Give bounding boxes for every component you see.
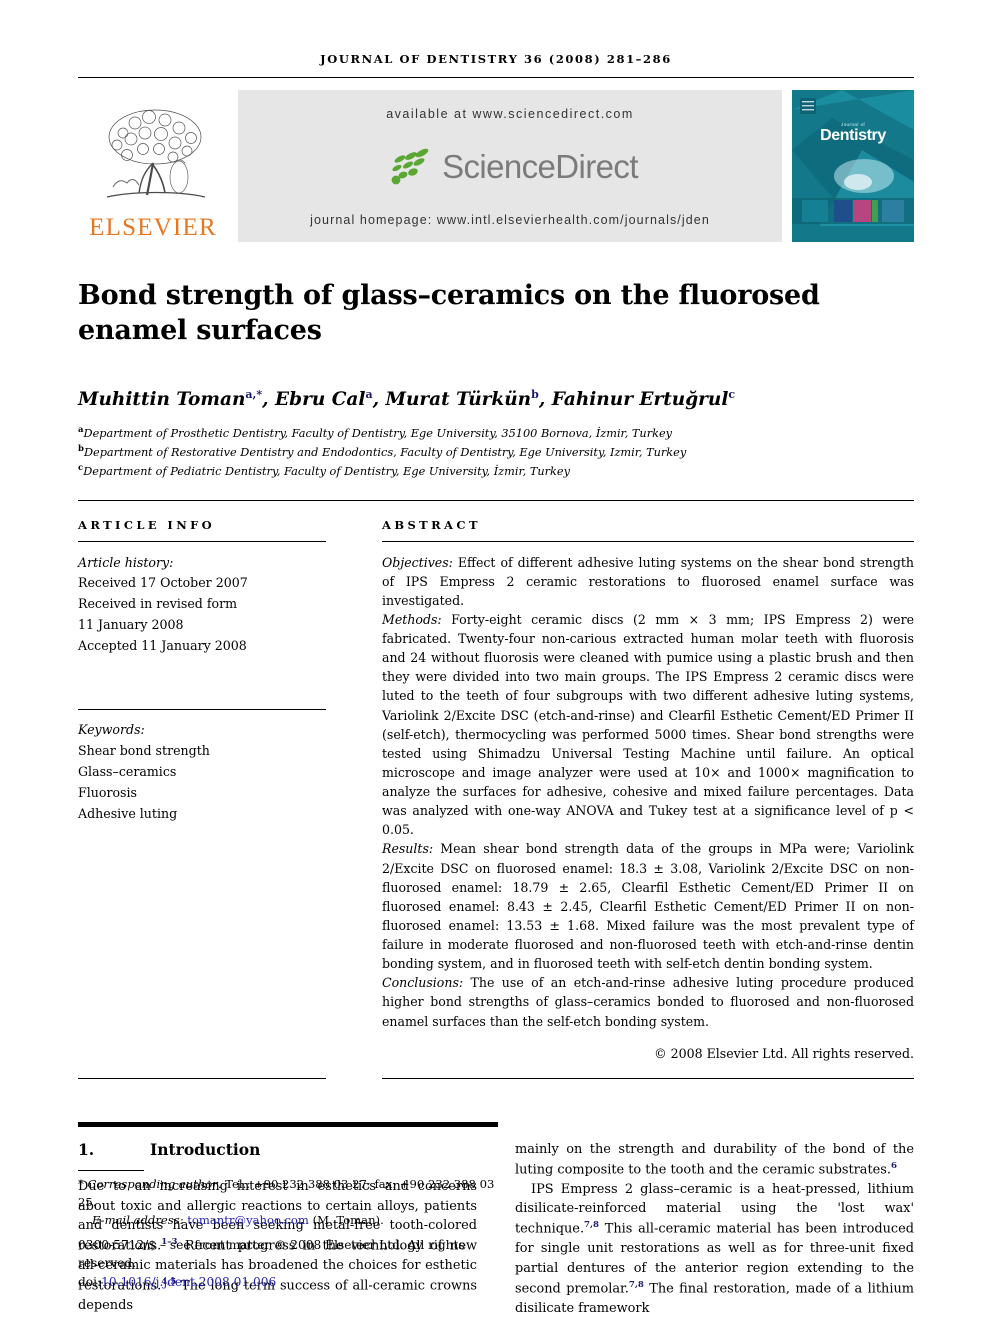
email-label: E-mail address: [92, 1212, 184, 1227]
masthead: ELSEVIER available at www.sciencedirect.… [78, 90, 914, 242]
author-affil-marker: b [531, 388, 539, 402]
sciencedirect-band: available at www.sciencedirect.com Scien… [238, 90, 782, 242]
history-item: Received 17 October 2007 [78, 575, 248, 591]
introduction-right-text: mainly on the strength and durability of… [515, 1140, 914, 1319]
elsevier-tree-icon [106, 109, 206, 198]
corresponding-marker: * [78, 1177, 84, 1192]
abstract-methods: Methods: Forty-eight ceramic discs (2 mm… [382, 611, 914, 838]
affiliation-list: aDepartment of Prosthetic Dentistry, Fac… [78, 424, 914, 481]
footnote-rule [78, 1170, 144, 1172]
elsevier-wordmark: ELSEVIER [89, 214, 217, 241]
body-column-right: mainly on the strength and durability of… [515, 1140, 914, 1319]
journal-cover-thumbnail: Journal of Dentistry [792, 90, 914, 242]
corresponding-author-note: * Corresponding author. Tel.: +90 232 38… [78, 1176, 498, 1229]
keywords-block: Keywords: Shear bond strength Glass–cera… [78, 708, 326, 824]
abstract-heading: ABSTRACT [382, 517, 481, 532]
elsevier-logo: ELSEVIER [78, 90, 228, 242]
doi-line: doi:10.1016/j.jdent.2008.01.006 [78, 1274, 277, 1289]
closing-rules [78, 1063, 914, 1079]
abstract-conclusions: Conclusions: The use of an etch-and-rins… [382, 975, 914, 1029]
info-close-rule [78, 1077, 326, 1079]
keyword-item: Fluorosis [78, 784, 138, 800]
keywords-list: Keywords: Shear bond strength Glass–cera… [78, 720, 326, 824]
author-affil-marker: a,* [245, 388, 263, 402]
article-history-label: Article history: [78, 554, 174, 570]
keyword-item: Adhesive luting [78, 805, 178, 821]
email-line: E-mail address: tomantr@yahoo.com (M. To… [78, 1212, 498, 1230]
paragraph: IPS Empress 2 glass–ceramic is a heat-pr… [515, 1181, 914, 1316]
svg-text:Dentistry: Dentistry [820, 127, 886, 144]
article-info-heading: ARTICLE INFO [78, 517, 216, 532]
section-bar [78, 1121, 498, 1127]
author: Fahinur Ertuğrulc [551, 388, 736, 411]
article-history: Article history: Received 17 October 200… [78, 553, 326, 657]
sciencedirect-logo: ScienceDirect [382, 147, 638, 187]
article-content: Bond strength of glass–ceramics on the f… [78, 278, 914, 1318]
citation-ref[interactable]: 6 [891, 1161, 897, 1171]
doi-link[interactable]: 10.1016/j.jdent.2008.01.006 [101, 1275, 276, 1289]
email-link[interactable]: tomantr@yahoo.com [187, 1213, 309, 1227]
page-footer: * Corresponding author. Tel.: +90 232 38… [78, 1170, 498, 1291]
sciencedirect-wordmark: ScienceDirect [442, 148, 638, 185]
author-affil-marker: c [728, 388, 736, 402]
sciencedirect-leaf-icon [391, 148, 429, 185]
journal-homepage-text: journal homepage: www.intl.elsevierhealt… [310, 213, 710, 227]
cover-artwork: Journal of Dentistry [792, 90, 914, 242]
email-owner: (M. Toman). [312, 1212, 384, 1227]
abstract-body: Objectives: Effect of different adhesive… [382, 553, 914, 1063]
citation-ref[interactable]: 7,8 [629, 1280, 644, 1290]
info-abstract-row: ARTICLE INFO Article history: Received 1… [78, 518, 914, 1063]
issn-block: 0300-5712/$ – see front matter © 2008 El… [78, 1236, 498, 1291]
history-item: Received in revised form [78, 596, 238, 612]
copyright-line: © 2008 Elsevier Ltd. All rights reserved… [654, 1045, 914, 1061]
author: Murat Türkünb [385, 388, 539, 411]
section-name: Introduction [150, 1139, 261, 1159]
abstract-column: ABSTRACT Objectives: Effect of different… [352, 518, 914, 1063]
keyword-item: Glass–ceramics [78, 763, 177, 779]
citation-ref[interactable]: 7,8 [584, 1220, 599, 1230]
introduction-heading: 1. Introduction [78, 1140, 477, 1159]
article-info-column: ARTICLE INFO Article history: Received 1… [78, 518, 352, 1063]
article-info-rule [78, 540, 326, 542]
journal-article-page: Journal of Dentistry 36 (2008) 281–286 [0, 0, 992, 1323]
abstract-objectives: Objectives: Effect of different adhesive… [382, 554, 914, 608]
author-affil-marker: a [365, 388, 373, 402]
affiliation: cDepartment of Pediatric Dentistry, Facu… [78, 463, 570, 479]
header-rule [78, 77, 914, 78]
history-item: Accepted 11 January 2008 [78, 638, 247, 654]
history-item: 11 January 2008 [78, 617, 184, 633]
keywords-label: Keywords: [78, 721, 145, 737]
paragraph: mainly on the strength and durability of… [515, 1141, 914, 1177]
issn-line: 0300-5712/$ – see front matter © 2008 El… [78, 1238, 465, 1271]
author: Muhittin Tomana,* [78, 388, 263, 411]
section-divider [78, 499, 914, 501]
keyword-item: Shear bond strength [78, 742, 210, 758]
affiliation: bDepartment of Restorative Dentistry and… [78, 444, 687, 460]
abstract-rule [382, 540, 914, 542]
author-list: Muhittin Tomana,*, Ebru Cala, Murat Türk… [78, 388, 736, 411]
section-number: 1. [78, 1139, 95, 1159]
author: Ebru Cala [275, 388, 373, 411]
running-head: Journal of Dentistry 36 (2008) 281–286 [320, 52, 672, 66]
page-title: Bond strength of glass–ceramics on the f… [78, 280, 820, 347]
corresponding-label: Corresponding author [87, 1177, 218, 1192]
abstract-results: Results: Mean shear bond strength data o… [382, 841, 914, 972]
affiliation: aDepartment of Prosthetic Dentistry, Fac… [78, 425, 673, 441]
available-at-text: available at www.sciencedirect.com [386, 107, 634, 121]
keywords-rule [78, 708, 326, 710]
abstract-close-rule [382, 1077, 914, 1079]
